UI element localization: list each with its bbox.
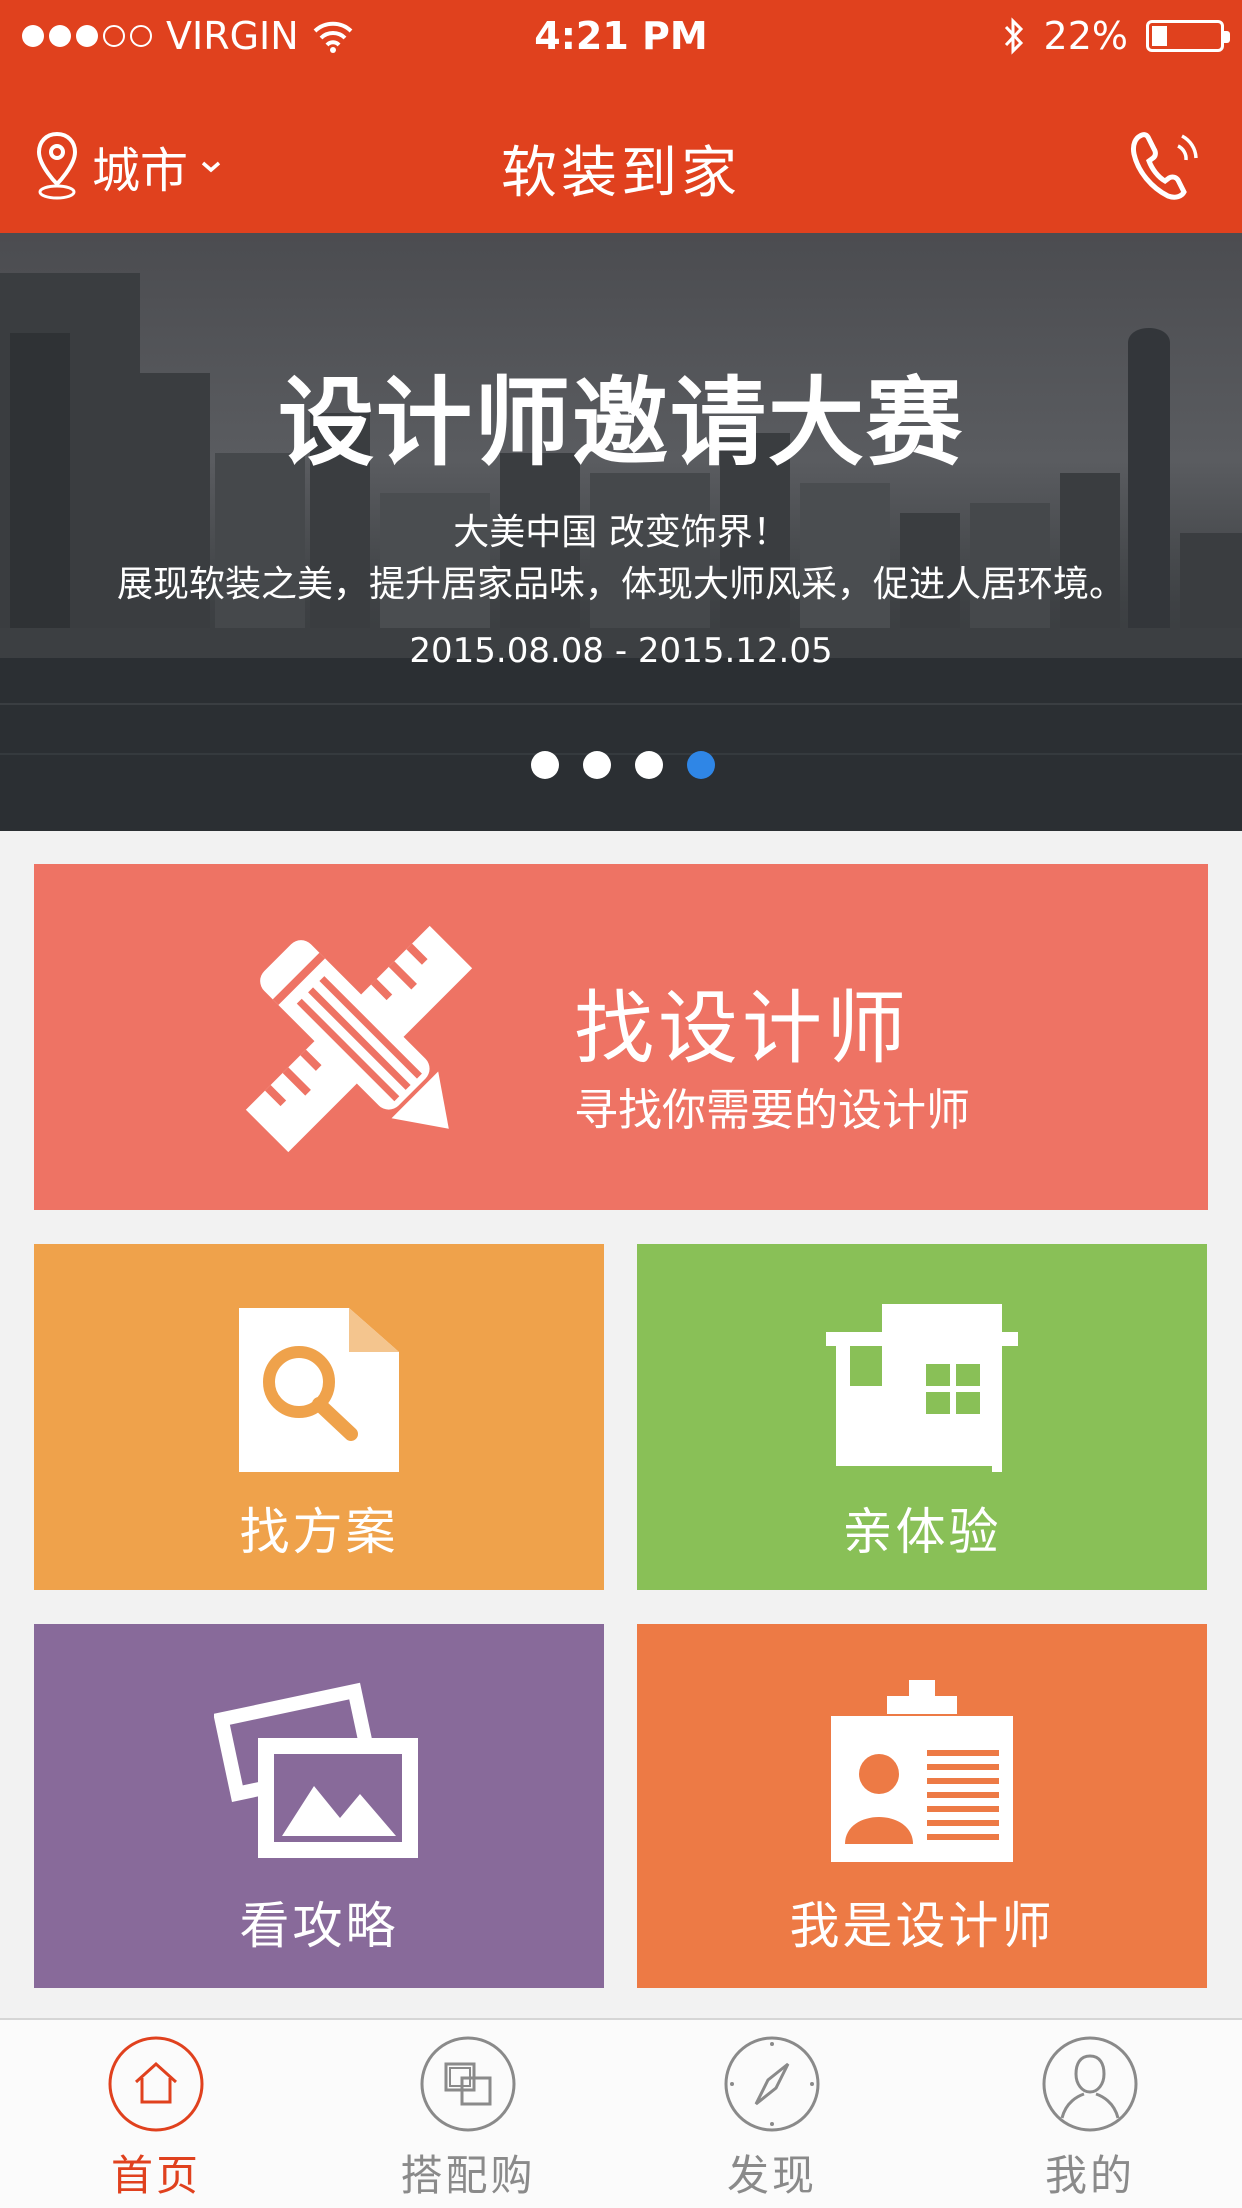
find-designer-subtitle: 寻找你需要的设计师 xyxy=(574,1085,970,1136)
id-badge-icon xyxy=(831,1680,1013,1862)
bottom-tab-bar: 首页 搭配购 发现 我的 xyxy=(0,2018,1242,2208)
app-title: 软装到家 xyxy=(501,141,741,206)
guide-label: 看攻略 xyxy=(239,1897,399,1955)
i-am-designer-label: 我是设计师 xyxy=(789,1897,1055,1955)
find-designer-tile[interactable]: 找设计师 寻找你需要的设计师 xyxy=(34,864,1208,1210)
status-bar: VIRGIN 4:21 PM 22% xyxy=(0,0,1242,80)
pager-dot-2[interactable] xyxy=(583,751,611,779)
banner-subtitle-2: 展现软装之美，提升居家品味，体现大师风采，促进人居环境。 xyxy=(116,564,1125,605)
tab-mine[interactable]: 我的 xyxy=(990,2034,1190,2204)
find-designer-title: 找设计师 xyxy=(574,982,910,1075)
experience-label: 亲体验 xyxy=(842,1503,1002,1561)
tab-discover-label: 发现 xyxy=(726,2151,817,2200)
tab-mine-label: 我的 xyxy=(1044,2151,1135,2200)
tab-discover[interactable]: 发现 xyxy=(672,2034,872,2204)
overlapping-squares-icon xyxy=(420,2036,516,2132)
document-search-icon xyxy=(239,1308,399,1472)
ruler-pencil-icon xyxy=(245,925,473,1153)
battery-icon xyxy=(1146,20,1230,52)
store-building-icon xyxy=(826,1304,1018,1472)
banner-headline: 设计师邀请大赛 xyxy=(278,367,964,479)
guide-tile[interactable]: 看攻略 xyxy=(34,1624,604,1988)
experience-tile[interactable]: 亲体验 xyxy=(637,1244,1207,1590)
pager-dot-1[interactable] xyxy=(531,751,559,779)
tab-home-label: 首页 xyxy=(110,2151,201,2200)
home-icon xyxy=(108,2036,204,2132)
tab-match-buy[interactable]: 搭配购 xyxy=(368,2034,568,2204)
bluetooth-icon xyxy=(1004,17,1023,55)
phone-icon[interactable] xyxy=(1122,124,1206,208)
compass-icon xyxy=(724,2036,820,2132)
tab-home[interactable]: 首页 xyxy=(56,2034,256,2204)
user-profile-icon xyxy=(1042,2036,1138,2132)
i-am-designer-tile[interactable]: 我是设计师 xyxy=(637,1624,1207,1988)
photo-gallery-icon xyxy=(214,1682,418,1858)
banner-dates: 2015.08.08 - 2015.12.05 xyxy=(409,631,833,671)
banner-subtitle-1: 大美中国 改变饰界！ xyxy=(453,512,789,553)
pager-dot-3[interactable] xyxy=(635,751,663,779)
status-right: 22% xyxy=(1002,14,1230,58)
find-scheme-tile[interactable]: 找方案 xyxy=(34,1244,604,1590)
banner-pager[interactable] xyxy=(531,751,715,779)
find-scheme-label: 找方案 xyxy=(239,1503,399,1561)
app-header: 城市 软装到家 xyxy=(0,100,1242,233)
tab-match-buy-label: 搭配购 xyxy=(400,2151,536,2200)
battery-percent: 22% xyxy=(1043,14,1128,58)
pager-dot-4[interactable] xyxy=(687,751,715,779)
promo-banner[interactable]: 设计师邀请大赛 大美中国 改变饰界！ 展现软装之美，提升居家品味，体现大师风采，… xyxy=(0,233,1242,831)
top-bar: VIRGIN 4:21 PM 22% 城市 软装到家 xyxy=(0,0,1242,233)
